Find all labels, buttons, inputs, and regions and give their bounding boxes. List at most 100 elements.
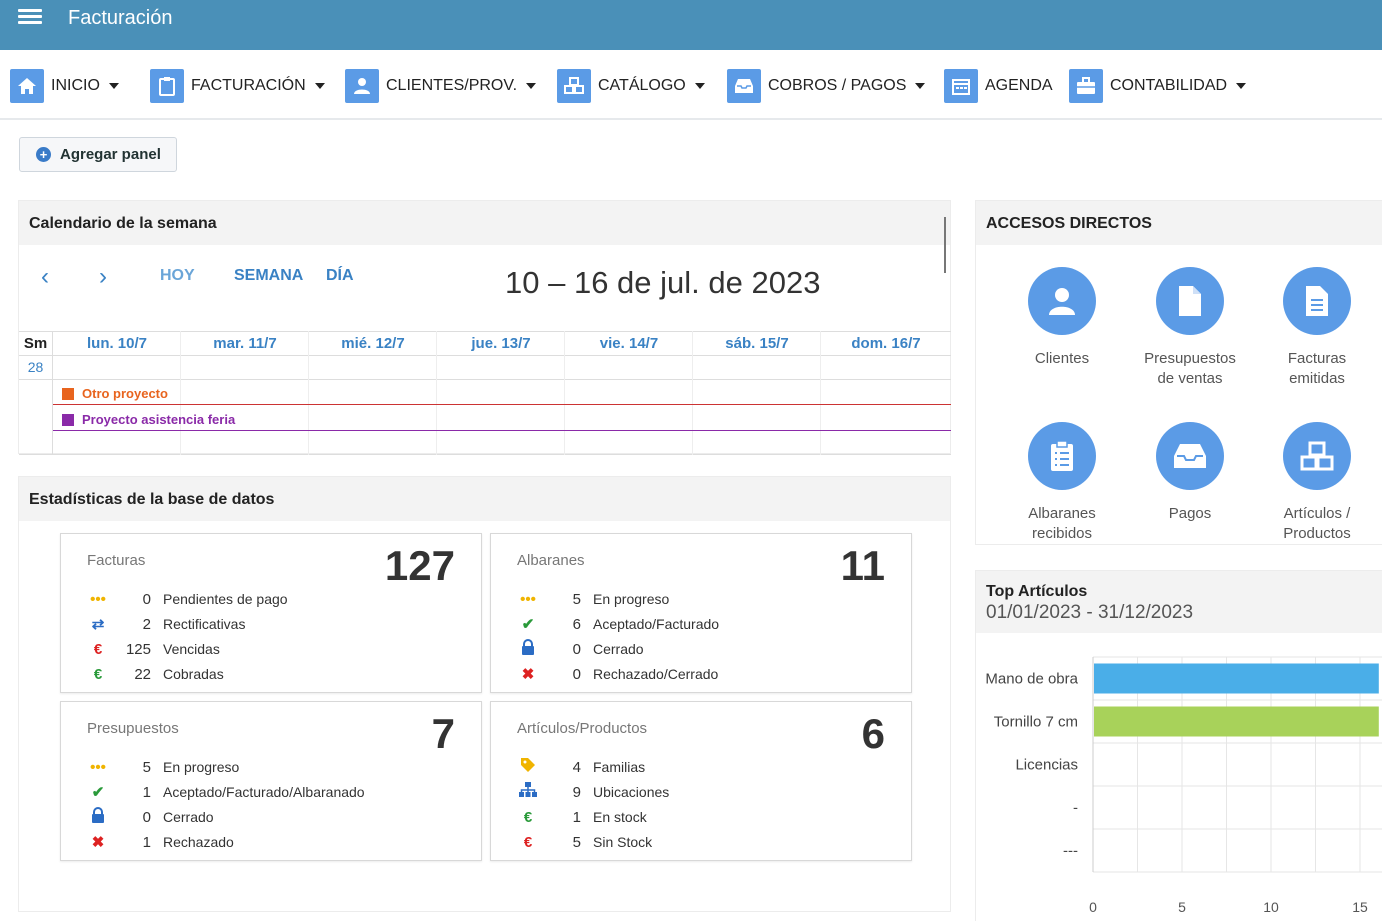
file-icon	[1156, 267, 1224, 335]
shortcut-label: Artículos /	[1283, 505, 1351, 522]
shortcut-label: Albaranes	[1028, 505, 1096, 522]
add-panel-button[interactable]: + Agregar panel	[19, 137, 177, 172]
sitemap-icon	[517, 782, 539, 802]
nav-label: COBROS / PAGOS	[768, 77, 907, 94]
nav-contabilidad[interactable]: CONTABILIDAD	[1069, 69, 1247, 103]
briefcase-icon	[1069, 69, 1103, 103]
week-view-button[interactable]: SEMANA	[234, 267, 303, 285]
stat-row[interactable]: 0 Cerrado	[517, 638, 644, 660]
nav-inicio[interactable]: INICIO	[10, 69, 119, 103]
shortcut-label: Presupuestos	[1144, 350, 1236, 367]
caret-down-icon	[526, 83, 537, 89]
nav-clientes[interactable]: CLIENTES/PROV.	[345, 69, 537, 103]
stats-box-articulos[interactable]: Artículos/Productos 6 4 Familias 9 Ubicaci…	[490, 701, 912, 861]
stat-count: 5	[142, 758, 151, 776]
nav-facturacion[interactable]: FACTURACIÓN	[150, 69, 325, 103]
nav-label: CATÁLOGO	[598, 77, 686, 94]
shortcut-clientes[interactable]: Clientes	[998, 267, 1126, 369]
stat-row[interactable]: ✖ 1 Rechazado	[87, 831, 234, 853]
day-header[interactable]: jue. 13/7	[437, 331, 565, 355]
calendar-event[interactable]: Proyecto asistencia feria	[53, 409, 951, 431]
stat-row[interactable]: €125 Vencidas	[87, 638, 220, 660]
stat-row[interactable]: €1 En stock	[517, 806, 647, 828]
stat-count: 1	[142, 783, 151, 801]
nav-cobros-pagos[interactable]: COBROS / PAGOS	[727, 69, 926, 103]
app-title: Facturación	[68, 7, 173, 29]
calendar-event[interactable]: Otro proyecto	[53, 383, 951, 405]
nav-label: CLIENTES/PROV.	[386, 77, 518, 94]
exchange-icon: ⇄	[91, 616, 105, 633]
next-week-button[interactable]: ›	[99, 263, 107, 291]
nav-label: CONTABILIDAD	[1110, 77, 1228, 94]
box-title: Artículos/Productos	[517, 720, 648, 737]
stat-label: Aceptado/Facturado	[593, 616, 720, 632]
calendar-title: Calendario de la semana	[19, 201, 950, 245]
stats-box-presupuestos[interactable]: Presupuestos 7 ••• 5 En progreso ✔ 1 Aceptad…	[60, 701, 482, 861]
shortcut-label-2: Productos	[1283, 525, 1351, 542]
category-label: Mano de obra	[985, 671, 1078, 688]
day-header[interactable]: vie. 14/7	[565, 331, 693, 355]
shortcut-label-2: emitidas	[1289, 370, 1345, 387]
shortcut-pagos[interactable]: Pagos	[1126, 422, 1254, 524]
top-articles-title: Top Artículos	[986, 583, 1088, 600]
stat-row[interactable]: ✔ 1 Aceptado/Facturado/Albaranado	[87, 781, 365, 803]
stat-label: Cerrado	[593, 641, 644, 657]
shortcut-label: Clientes	[1034, 350, 1090, 367]
stat-row[interactable]: 4 Familias	[517, 756, 645, 778]
stat-label: En progreso	[593, 591, 670, 607]
stat-row[interactable]: ✖ 0 Rechazado/Cerrado	[517, 663, 719, 685]
shortcut-facturas[interactable]: Facturas emitidas	[1253, 267, 1381, 389]
menu-icon[interactable]	[18, 6, 42, 28]
stat-row[interactable]: ✔ 6 Aceptado/Facturado	[517, 613, 719, 635]
stat-row[interactable]: €22 Cobradas	[87, 663, 224, 685]
day-header[interactable]: lun. 10/7	[53, 331, 181, 355]
stat-row[interactable]: ••• 5 En progreso	[87, 756, 239, 778]
tick-label: 5	[1178, 899, 1186, 915]
stat-count: 6	[572, 615, 581, 633]
stats-title: Estadísticas de la base de datos	[19, 477, 950, 521]
day-header[interactable]: sáb. 15/7	[693, 331, 821, 355]
euro-red-icon: €	[523, 833, 533, 851]
stat-row[interactable]: €5 Sin Stock	[517, 831, 652, 853]
nav-catalogo[interactable]: CATÁLOGO	[557, 69, 705, 103]
stats-panel: Estadísticas de la base de datos Factura…	[18, 476, 951, 912]
calendar-range: 10 – 16 de jul. de 2023	[505, 265, 821, 300]
box-title: Albaranes	[517, 552, 585, 569]
stat-row[interactable]: 9 Ubicaciones	[517, 781, 669, 803]
stats-box-facturas[interactable]: Facturas 127 ••• 0 Pendientes de pago ⇄ 2 Re…	[60, 533, 482, 693]
shortcut-articulos[interactable]: Artículos / Productos	[1253, 422, 1381, 544]
day-view-button[interactable]: DÍA	[326, 267, 354, 285]
week-number[interactable]: 28	[19, 359, 52, 375]
prev-week-button[interactable]: ‹	[41, 263, 49, 291]
stat-count: 1	[572, 808, 581, 826]
nav-label: AGENDA	[985, 77, 1053, 94]
shortcut-albaranes[interactable]: Albaranes recibidos	[998, 422, 1126, 544]
lock-icon	[517, 639, 539, 659]
bar	[1094, 706, 1379, 737]
shortcut-presupuestos[interactable]: Presupuestos de ventas	[1126, 267, 1254, 389]
stat-label: Rechazado	[163, 834, 234, 850]
calendar-panel: Calendario de la semana ‹ › HOY SEMANA D…	[18, 200, 951, 455]
event-label: Otro proyecto	[82, 386, 168, 401]
today-button[interactable]: HOY	[160, 267, 195, 285]
day-header[interactable]: mié. 12/7	[309, 331, 437, 355]
stat-row[interactable]: ••• 5 En progreso	[517, 588, 669, 610]
check-icon: ✔	[91, 784, 105, 801]
stat-count: 5	[572, 833, 581, 851]
shortcuts-title: ACCESOS DIRECTOS	[976, 201, 1382, 245]
day-header[interactable]: mar. 11/7	[181, 331, 309, 355]
stat-row[interactable]: ⇄ 2 Rectificativas	[87, 613, 246, 635]
stat-count: 1	[142, 833, 151, 851]
day-header[interactable]: dom. 16/7	[821, 331, 951, 355]
box-total: 7	[431, 710, 455, 757]
top-bar: Facturación	[0, 0, 1382, 50]
stat-row[interactable]: 0 Cerrado	[87, 806, 214, 828]
scrollbar[interactable]	[944, 217, 946, 273]
nav-agenda[interactable]: AGENDA	[944, 69, 1053, 103]
stats-box-albaranes[interactable]: Albaranes 11 ••• 5 En progreso ✔ 6 Aceptado/…	[490, 533, 912, 693]
caret-down-icon	[314, 83, 325, 89]
stat-row[interactable]: ••• 0 Pendientes de pago	[87, 588, 287, 610]
user-icon	[1028, 267, 1096, 335]
stat-count: 22	[134, 665, 151, 683]
stat-label: Rechazado/Cerrado	[593, 666, 719, 682]
